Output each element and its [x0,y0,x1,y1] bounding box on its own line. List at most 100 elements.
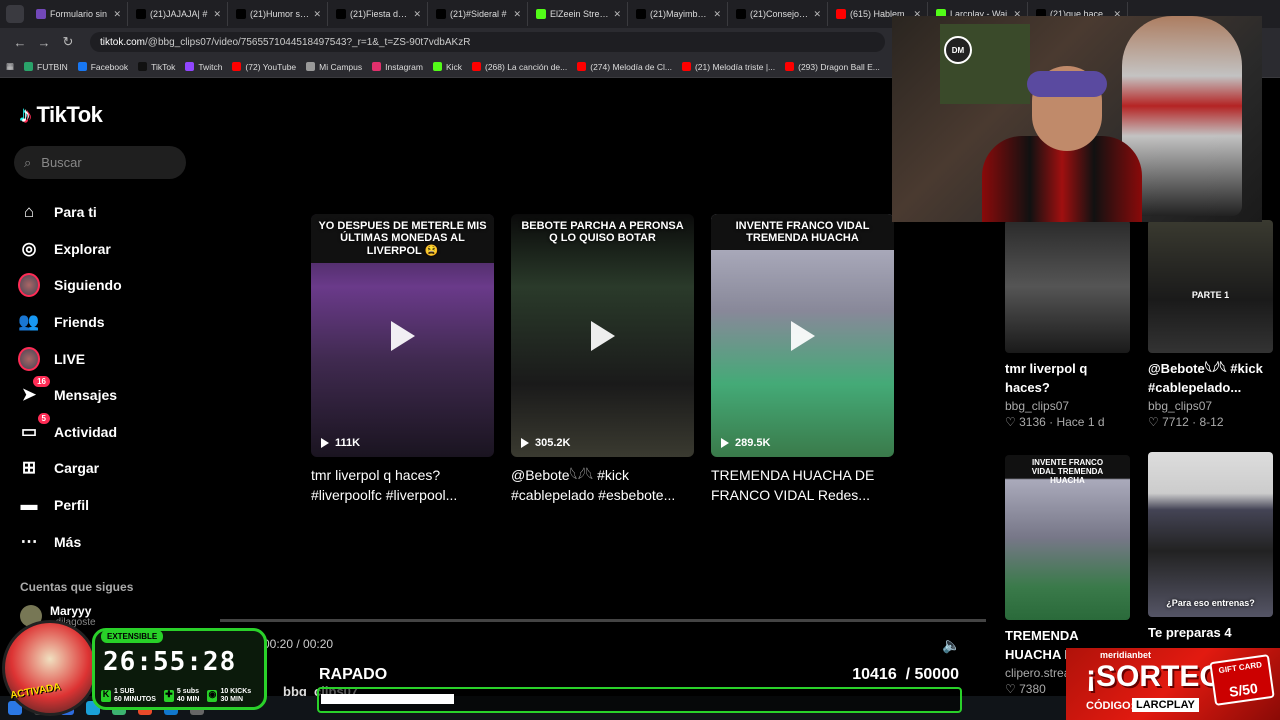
bookmark-label: Kick [445,61,462,72]
browser-tab[interactable]: (21)Mayimbu y ✕ [630,2,728,26]
apps-grid-icon[interactable]: ▦ [6,61,14,72]
bookmark-item[interactable]: (274) Melodía de Cl... [577,62,672,72]
screen: Formulario sin ✕ (21)JAJAJA| # ✕ (21)Humor s… [0,0,1280,720]
bookmark-favicon-icon [185,62,195,71]
video-progress-bar[interactable] [220,619,986,622]
reload-icon[interactable]: ↻ [56,34,80,50]
tab-favicon-icon [236,9,246,19]
play-icon[interactable] [390,320,415,351]
tab-close-icon[interactable]: ✕ [613,9,621,20]
tab-close-icon[interactable]: ✕ [513,9,521,20]
sidebar-item-siguiendo[interactable]: Siguiendo [18,267,188,304]
video-card[interactable]: BEBOTE PARCHA A PERONSA Q LO QUISO BOTAR… [511,214,694,507]
bookmark-label: Twitch [198,61,223,72]
related-overlay-text: PARTE 1 [1191,290,1230,300]
bookmark-item[interactable]: (72) YouTube [232,62,296,72]
bookmark-item[interactable]: Mi Campus [306,62,362,72]
video-card[interactable]: YO DESPUES DE METERLE MIS ÚLTIMAS MONEDA… [311,214,494,507]
search-input[interactable]: ⌕ Buscar [14,146,186,179]
tab-favicon-icon [636,9,646,19]
related-thumbnail[interactable] [1005,220,1130,353]
tab-close-icon[interactable]: ✕ [213,9,221,20]
sidebar-item-friends[interactable]: 👥 Friends [18,304,188,341]
browser-tab[interactable]: (21)Consejo de ✕ [730,2,828,26]
bookmark-item[interactable]: (293) Dragon Ball E... [785,62,880,72]
sidebar-item-live[interactable]: LIVE [18,340,188,377]
bookmark-item[interactable]: Facebook [77,62,128,72]
tab-title: (21)#Sideral # [450,9,507,19]
sidebar-item-más[interactable]: ⋯ Más [18,523,188,560]
related-video-card[interactable]: tmr liverpol q haces? #liverpoolfc... bb… [1005,220,1130,429]
bookmark-item[interactable]: FUTBIN [24,62,68,72]
browser-tab[interactable]: Formulario sin ✕ [30,2,128,26]
tiktok-logo[interactable]: ♪ TikTok [20,102,103,128]
bookmark-item[interactable]: TikTok [138,62,175,72]
tab-title: (21)Consejo de [750,9,810,19]
tab-close-icon[interactable]: ✕ [313,9,321,20]
bookmark-favicon-icon [577,62,587,71]
sidebar-item-para-ti[interactable]: ⌂ Para ti [18,194,188,231]
sidebar-item-label: Explorar [54,240,111,257]
browser-tab[interactable]: (21)Fiesta de F ✕ [330,2,428,26]
video-description[interactable]: @Bebote𓆩𓆪𓆩 #kick #cablepelado #esbebote.… [511,465,694,507]
upload-icon: ⊞ [21,458,37,478]
gift-icon: ✚ [163,690,174,702]
thumbnail-caption: INVENTE FRANCO VIDAL TREMENDA HUACHA [711,214,894,250]
tab-title: Formulario sin [50,9,108,19]
browser-tab[interactable]: ElZeein Stream ✕ [530,2,628,26]
browser-tab[interactable]: (21)Humor sob ✕ [230,2,328,26]
play-icon[interactable] [790,320,815,351]
volume-icon[interactable]: 🔈 [942,636,961,654]
related-thumbnail[interactable]: INVENTE FRANCO VIDAL TREMENDA HUACHA [1005,455,1130,620]
related-thumbnail[interactable]: ¿Para eso entrenas? [1148,452,1273,617]
tab-close-icon[interactable]: ✕ [113,9,121,20]
tab-close-icon[interactable]: ✕ [713,9,721,20]
related-video-card[interactable]: ¿Para eso entrenas? Te preparas 4 meses [1148,452,1273,661]
friends-icon: 👥 [18,312,40,332]
view-count: 305.2K [521,437,570,449]
related-likes: 3136 [1019,415,1046,429]
sidebar-item-explorar[interactable]: ◎ Explorar [18,231,188,268]
home-icon: ⌂ [23,202,35,222]
play-small-icon [721,438,729,448]
stream-timer-overlay: ACTIVADA EXTENSIBLE 26:55:28 K1 SUB 60 MI… [0,620,268,720]
kick-icon: K [101,690,111,702]
video-card[interactable]: INVENTE FRANCO VIDAL TREMENDA HUACHA 289… [711,214,894,507]
sidebar-item-actividad[interactable]: ▭ 5 Actividad [18,412,188,451]
url-input[interactable]: tiktok.com/@bbg_clips07/video/7565571044… [90,32,885,52]
sub-rates: K1 SUB 60 MINUTOS ✚ 5 subs 40 MIN ◉ 10 KICKs… [101,688,251,704]
tab-favicon-icon [536,9,546,19]
back-arrow-icon[interactable]: ← [8,35,32,50]
forward-arrow-icon[interactable]: → [32,35,56,50]
tab-search-menu-icon[interactable] [6,5,24,23]
browser-tab[interactable]: (21)#Sideral # ✕ [430,2,528,26]
sidebar-item-perfil[interactable]: ▬ Perfil [18,487,188,524]
bookmark-item[interactable]: Twitch [185,62,222,72]
sidebar-item-mensajes[interactable]: ➤ 16 Mensajes [18,376,188,414]
browser-tab[interactable]: (21)JAJAJA| # ✕ [130,2,228,26]
video-description[interactable]: TREMENDA HUACHA DE FRANCO VIDAL Redes... [711,465,894,507]
sidebar-item-cargar[interactable]: ⊞ Cargar [18,450,188,487]
bookmark-item[interactable]: (21) Melodía triste |... [681,62,775,72]
related-date: Hace 1 d [1056,415,1105,429]
bookmark-favicon-icon [77,62,87,71]
video-thumbnail[interactable]: YO DESPUES DE METERLE MIS ÚLTIMAS MONEDA… [311,214,494,457]
thumbnail-caption: YO DESPUES DE METERLE MIS ÚLTIMAS MONEDA… [311,214,494,263]
video-thumbnail[interactable]: INVENTE FRANCO VIDAL TREMENDA HUACHA 289… [711,214,894,457]
tab-close-icon[interactable]: ✕ [813,9,821,20]
related-video-card[interactable]: PARTE 1 @Bebote𓆩𓆪𓆩 #kick #cablepelado...… [1148,220,1273,429]
sub-rate-key: 10 KICKs [220,688,252,695]
bookmark-item[interactable]: Kick [432,61,462,72]
related-thumbnail[interactable]: PARTE 1 [1148,220,1273,353]
bookmark-item[interactable]: Instagram [372,62,423,72]
video-description[interactable]: tmr liverpol q haces? #liverpoolfc #live… [311,465,494,507]
bookmark-label: FUTBIN [37,61,68,72]
video-thumbnail[interactable]: BEBOTE PARCHA A PERONSA Q LO QUISO BOTAR… [511,214,694,457]
bookmark-item[interactable]: (268) La canción de... [472,62,567,72]
related-meta: ♡ 3136 · Hace 1 d [1005,415,1105,429]
view-count: 289.5K [721,437,770,449]
tab-favicon-icon [136,9,146,19]
play-icon[interactable] [590,320,615,351]
tab-close-icon[interactable]: ✕ [413,9,421,20]
bookmark-favicon-icon [472,62,481,71]
